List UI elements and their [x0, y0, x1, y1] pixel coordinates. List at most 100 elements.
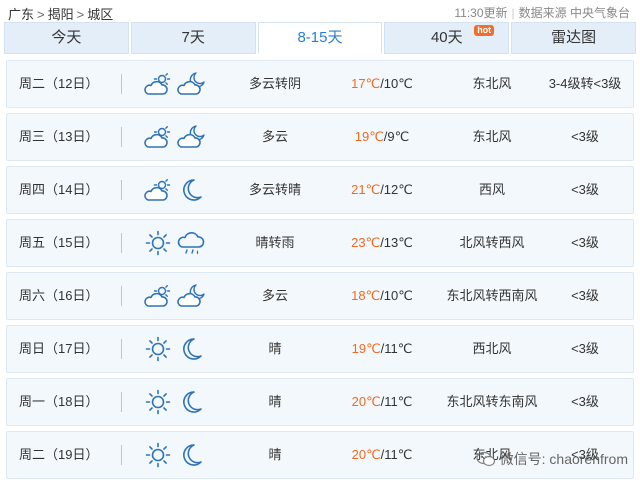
tab-7-days[interactable]: 7天 [130, 22, 256, 54]
partly-cloudy-night-icon [177, 69, 207, 99]
low-temperature: /10℃ [380, 288, 413, 303]
moon-icon [177, 175, 207, 205]
wind-level: <3级 [571, 129, 599, 144]
forecast-date: 周一（18日） [19, 394, 99, 409]
column-divider [121, 180, 122, 200]
forecast-row: 周一（18日）晴 20℃/11℃ 东北风转东南风 <3级 [6, 378, 634, 426]
weather-description: 多云 [261, 288, 288, 303]
column-divider [121, 233, 122, 253]
wind-level: <3级 [571, 235, 599, 250]
weather-icons [143, 440, 207, 470]
low-temperature: /9℃ [383, 129, 410, 144]
forecast-date: 周二（12日） [19, 76, 99, 91]
tab-label: 8-15天 [297, 29, 343, 46]
forecast-row: 周日（17日）晴 19℃/11℃ 西北风 <3级 [6, 325, 634, 373]
weather-description: 晴 [268, 341, 282, 356]
watermark-text: 微信号: chaorenfrom [499, 451, 628, 467]
low-temperature: /12℃ [380, 182, 413, 197]
forecast-list: 周二（12日） 多云转阴 17℃/10℃ 东北风 3-4级转<3级 周三（13日） 多云 19… [6, 60, 634, 483]
breadcrumb-separator: > [76, 7, 85, 22]
wind-level: <3级 [571, 182, 599, 197]
high-temperature: 17℃ [351, 76, 381, 91]
high-temperature: 20℃ [351, 447, 381, 462]
weather-icons [143, 281, 207, 311]
partly-cloudy-day-icon [143, 69, 173, 99]
temperature: 23℃/13℃ [337, 220, 427, 266]
update-info: 11:30更新 | 数据来源 中央气象台 [454, 4, 630, 21]
low-temperature: /11℃ [380, 341, 413, 356]
tab-40-days[interactable]: 40天 hot [384, 22, 510, 54]
column-divider [121, 445, 122, 465]
breadcrumb: 广东 > 揭阳 > 城区 [8, 4, 113, 23]
forecast-row: 周三（13日） 多云 19℃/9℃ 东北风 <3级 [6, 113, 634, 161]
weather-icons [143, 334, 207, 364]
weather-description: 多云转阴 [248, 76, 301, 91]
column-divider [121, 392, 122, 412]
forecast-row: 周六（16日） 多云 18℃/10℃ 东北风转西南风 <3级 [6, 272, 634, 320]
update-time: 11:30更新 [454, 6, 508, 20]
tab-radar[interactable]: 雷达图 [511, 22, 636, 54]
forecast-date: 周五（15日） [19, 235, 99, 250]
high-temperature: 19℃ [351, 341, 381, 356]
moon-icon [177, 440, 207, 470]
partly-cloudy-night-icon [177, 281, 207, 311]
high-temperature: 21℃ [351, 182, 381, 197]
wind-level: <3级 [571, 288, 599, 303]
moon-icon [177, 334, 207, 364]
partly-cloudy-day-icon [143, 175, 173, 205]
low-temperature: /11℃ [380, 447, 413, 462]
breadcrumb-province[interactable]: 广东 [8, 7, 34, 22]
temperature: 18℃/10℃ [337, 273, 427, 319]
watermark: 微信号: chaorenfrom [476, 449, 628, 469]
tab-label: 雷达图 [551, 29, 597, 46]
wechat-icon [476, 451, 495, 467]
temperature: 20℃/11℃ [337, 432, 427, 478]
low-temperature: /13℃ [380, 235, 413, 250]
forecast-tabs: 今天 7天 8-15天 40天 hot 雷达图 [4, 22, 636, 54]
temperature: 17℃/10℃ [337, 61, 427, 107]
rain-cloud-icon [177, 228, 207, 258]
partly-cloudy-day-icon [143, 122, 173, 152]
forecast-date: 周四（14日） [19, 182, 99, 197]
column-divider [121, 286, 122, 306]
wind-level: 3-4级转<3级 [548, 76, 622, 91]
weather-icons [143, 122, 207, 152]
weather-icons [143, 387, 207, 417]
column-divider [121, 127, 122, 147]
tab-today[interactable]: 今天 [4, 22, 129, 54]
sun-icon [143, 440, 173, 470]
temperature: 20℃/11℃ [337, 379, 427, 425]
temperature: 21℃/12℃ [337, 167, 427, 213]
high-temperature: 18℃ [351, 288, 381, 303]
high-temperature: 23℃ [351, 235, 381, 250]
forecast-row: 周二（12日） 多云转阴 17℃/10℃ 东北风 3-4级转<3级 [6, 60, 634, 108]
data-source: 数据来源 中央气象台 [518, 6, 630, 20]
forecast-date: 周三（13日） [19, 129, 99, 144]
forecast-date: 周日（17日） [19, 341, 99, 356]
weather-icons [143, 228, 207, 258]
column-divider [121, 74, 122, 94]
weather-description: 多云 [261, 129, 288, 144]
breadcrumb-district: 城区 [87, 7, 114, 22]
weather-icons [143, 69, 207, 99]
temperature: 19℃/9℃ [337, 114, 427, 160]
weather-icons [143, 175, 207, 205]
tab-label: 7天 [181, 29, 205, 46]
wind-level: <3级 [571, 341, 599, 356]
sun-icon [143, 387, 173, 417]
temperature: 19℃/11℃ [337, 326, 427, 372]
moon-icon [177, 387, 207, 417]
low-temperature: /11℃ [380, 394, 413, 409]
partly-cloudy-night-icon [177, 122, 207, 152]
breadcrumb-city[interactable]: 揭阳 [48, 7, 74, 22]
weather-description: 多云转晴 [248, 182, 301, 197]
low-temperature: /10℃ [380, 76, 413, 91]
forecast-date: 周六（16日） [19, 288, 99, 303]
forecast-row: 周四（14日） 多云转晴 21℃/12℃ 西风 <3级 [6, 166, 634, 214]
tab-8-15-days[interactable]: 8-15天 [257, 22, 383, 54]
forecast-date: 周二（19日） [19, 447, 99, 462]
tab-label: 今天 [51, 29, 82, 46]
hot-badge: hot [474, 25, 495, 36]
top-bar: 广东 > 揭阳 > 城区 11:30更新 | 数据来源 中央气象台 [0, 0, 640, 22]
meta-divider: | [511, 6, 515, 20]
